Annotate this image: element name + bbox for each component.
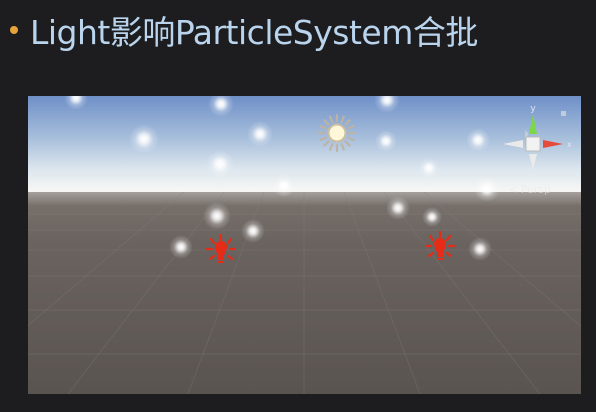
scene-canvas: y x bbox=[28, 96, 581, 394]
light-bulb-icon[interactable] bbox=[424, 230, 456, 260]
gizmo-y-label: y bbox=[530, 104, 536, 114]
slide-title: Light影响ParticleSystem合批 bbox=[8, 8, 478, 52]
gizmo-lock-icon[interactable] bbox=[561, 111, 566, 116]
particle-glow-icon bbox=[169, 235, 193, 259]
particle-glow-icon bbox=[375, 130, 397, 152]
particle-glow-icon bbox=[422, 207, 442, 227]
particle-glow-icon bbox=[203, 202, 231, 230]
gizmo-center-cube[interactable] bbox=[525, 136, 541, 152]
particle-glow-icon bbox=[386, 196, 410, 220]
particle-glow-icon bbox=[419, 158, 439, 178]
light-bulb-icon[interactable] bbox=[205, 233, 237, 263]
particle-glow-icon bbox=[273, 175, 295, 197]
particle-glow-icon bbox=[468, 237, 492, 261]
bullet-icon bbox=[10, 26, 18, 34]
particle-glow-icon bbox=[206, 150, 234, 178]
particle-glow-icon bbox=[129, 124, 159, 154]
slide-title-text: Light影响ParticleSystem合批 bbox=[30, 13, 478, 52]
particle-glow-icon bbox=[247, 121, 273, 147]
gizmo-x-label: x bbox=[567, 140, 572, 149]
particle-glow-icon bbox=[241, 219, 265, 243]
particle-glow-icon bbox=[474, 176, 500, 202]
particle-glow-icon bbox=[466, 128, 490, 152]
projection-label[interactable]: < Persp bbox=[509, 183, 551, 196]
chevron-left-icon: < bbox=[508, 183, 518, 196]
sun-icon[interactable] bbox=[318, 114, 356, 152]
unity-scene-view[interactable]: y x < Persp bbox=[28, 96, 581, 394]
